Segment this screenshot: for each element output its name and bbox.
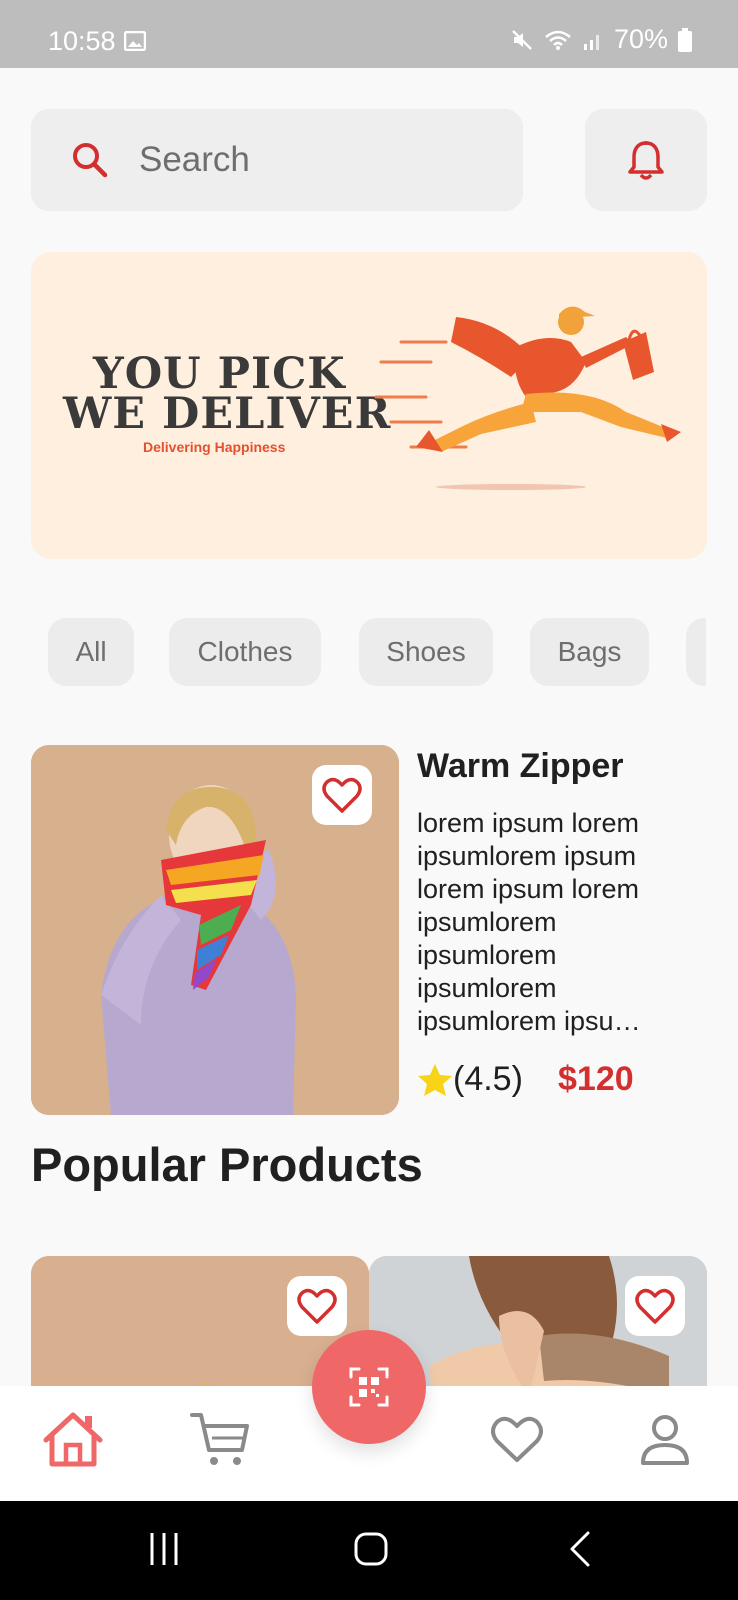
category-chip[interactable]: Bags <box>530 618 649 686</box>
search-placeholder: Search <box>139 140 250 179</box>
category-chip[interactable]: All <box>48 618 134 686</box>
bell-icon <box>628 141 664 180</box>
heart-icon <box>491 1416 543 1462</box>
home-system-button[interactable] <box>353 1531 389 1572</box>
favorite-button[interactable] <box>312 765 372 825</box>
signal-icon <box>583 34 599 50</box>
back-icon <box>570 1531 590 1567</box>
favorite-button[interactable] <box>625 1276 685 1336</box>
notifications-button[interactable] <box>585 109 707 211</box>
home-icon <box>43 1412 103 1467</box>
status-time: 10:58 <box>48 26 116 56</box>
back-button[interactable] <box>568 1531 592 1572</box>
category-chip[interactable] <box>686 618 706 686</box>
system-navigation-bar <box>0 1501 738 1600</box>
rating-value: (4.5) <box>453 1060 523 1098</box>
heart-icon <box>297 1288 337 1324</box>
star-icon <box>418 1063 452 1096</box>
nav-cart[interactable] <box>190 1410 250 1473</box>
home-button-icon <box>354 1532 388 1566</box>
status-bar: 10:58 70% <box>0 0 738 68</box>
featured-product-card[interactable]: Warm Zipper lorem ipsum lorem ipsumlorem… <box>31 745 707 1115</box>
qr-scan-icon <box>349 1367 389 1407</box>
recent-apps-button[interactable] <box>148 1531 180 1572</box>
cart-icon <box>190 1413 249 1465</box>
battery-icon <box>678 27 692 52</box>
product-title: Warm Zipper <box>417 747 624 785</box>
category-chip[interactable]: Shoes <box>359 618 493 686</box>
category-chip[interactable]: Clothes <box>169 618 321 686</box>
product-image[interactable] <box>31 745 399 1115</box>
qr-scan-button[interactable] <box>312 1330 426 1444</box>
gallery-icon <box>124 31 146 51</box>
mute-icon <box>512 29 532 50</box>
nav-profile[interactable] <box>640 1414 690 1471</box>
search-input[interactable]: Search <box>31 109 523 211</box>
status-icons: 70% <box>510 24 692 55</box>
nav-home[interactable] <box>42 1410 104 1473</box>
banner-tagline: Delivering Happiness <box>143 439 286 455</box>
profile-icon <box>641 1415 689 1465</box>
product-description: lorem ipsum lorem ipsumlorem ipsum lorem… <box>417 808 641 1036</box>
nav-favorites[interactable] <box>490 1414 544 1469</box>
battery-percent: 70% <box>613 24 668 54</box>
banner-line2: WE DELIVER <box>63 389 392 439</box>
recent-apps-icon <box>150 1533 178 1565</box>
section-title: Popular Products <box>31 1138 423 1191</box>
search-icon <box>73 143 108 178</box>
heart-icon <box>635 1288 675 1324</box>
promo-banner[interactable]: YOU PICK WE DELIVER Delivering Happiness <box>31 252 707 559</box>
product-price: $120 <box>558 1060 634 1098</box>
product-rating: (4.5) <box>417 1060 523 1099</box>
courier-illustration <box>374 306 681 490</box>
favorite-button[interactable] <box>287 1276 347 1336</box>
wifi-icon <box>545 30 571 50</box>
category-chips: All Clothes Shoes Bags <box>48 618 706 686</box>
heart-icon <box>322 777 362 813</box>
